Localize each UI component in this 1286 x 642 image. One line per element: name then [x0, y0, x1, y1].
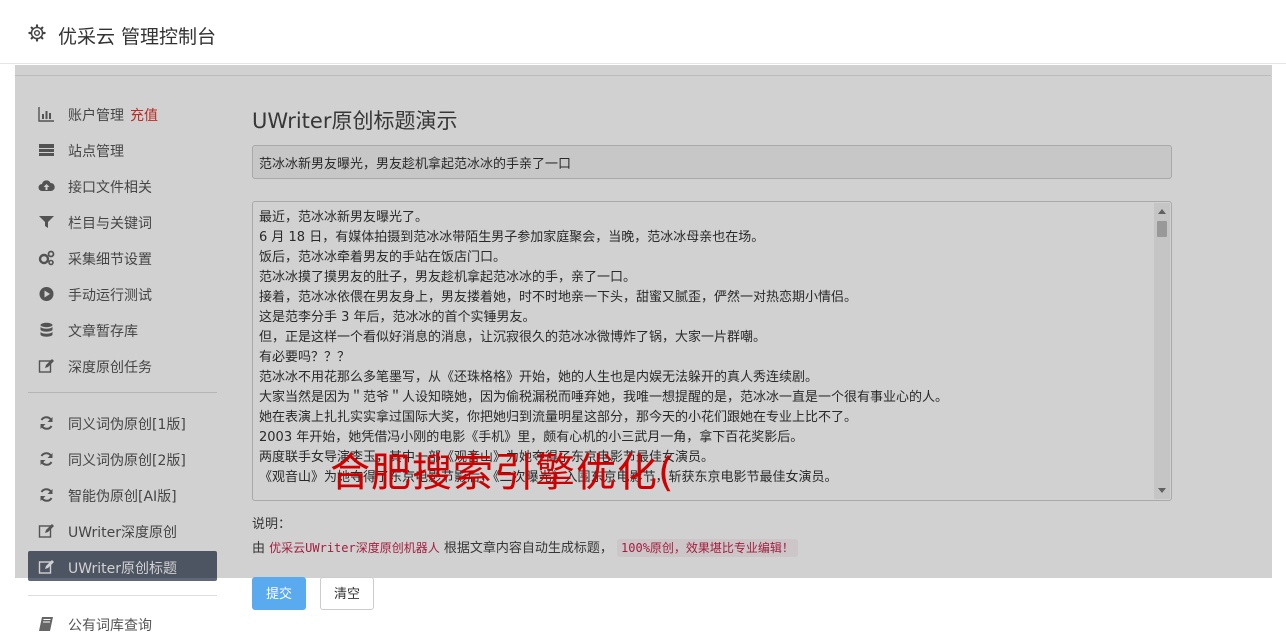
sidebar-item-sites[interactable]: 站点管理: [28, 134, 232, 166]
filter-icon: [39, 216, 54, 228]
sidebar-item-label: 同义词伪原创[1版]: [68, 417, 186, 433]
description-text: 由 优采云UWriter深度原创机器人 根据文章内容自动生成标题， 100%原创…: [252, 537, 798, 557]
sidebar-item-ai-rewrite[interactable]: 智能伪原创[AI版]: [28, 479, 232, 511]
sidebar-item-label: 采集细节设置: [68, 252, 152, 268]
page-title: UWriter原创标题演示: [252, 109, 458, 133]
article-line: 她在表演上扎扎实实拿过国际大奖，你把她归到流量明星这部分，那今天的小花们跟她在专…: [259, 410, 858, 425]
sidebar-item-label: 接口文件相关: [68, 180, 152, 196]
description-middle: 根据文章内容自动生成标题，: [443, 541, 613, 556]
sidebar-item-synonym-v1[interactable]: 同义词伪原创[1版]: [28, 407, 232, 439]
sidebar-item-interface-files[interactable]: 接口文件相关: [28, 170, 232, 202]
bar-chart-icon: [38, 107, 54, 122]
sidebar-divider: [28, 392, 217, 393]
description-label: 说明：: [252, 517, 292, 532]
gears-icon: [38, 250, 55, 266]
app-title: 优采云 管理控制台: [58, 26, 217, 48]
edit-icon: [38, 560, 54, 574]
sidebar-item-collect-settings[interactable]: 采集细节设置: [28, 242, 232, 274]
sidebar-item-uwriter-deep[interactable]: UWriter深度原创: [28, 515, 232, 547]
sidebar-item-manual-test[interactable]: 手动运行测试: [28, 278, 232, 310]
textarea-scrollbar[interactable]: [1154, 203, 1170, 499]
original-claim-code: 100%原创，效果堪比专业编辑！: [617, 539, 798, 557]
article-line: 大家当然是因为＂范爷＂人设知晓她，因为偷税漏税而唾弃她，我唯一想提醒的是，范冰冰…: [259, 390, 949, 405]
header-bar: 优采云 管理控制台: [0, 0, 1286, 64]
sidebar-item-label: 同义词伪原创[2版]: [68, 453, 186, 469]
cloud-upload-icon: [38, 180, 55, 191]
article-line: 有必要吗？？？: [259, 350, 351, 365]
robot-name-code: 优采云UWriter深度原创机器人: [269, 541, 440, 555]
article-line: 但，正是这样一个看似好消息的消息，让沉寂很久的范冰冰微博炸了锅，大家一片群嘲。: [259, 330, 767, 345]
sidebar-item-label: 智能伪原创[AI版]: [68, 489, 177, 505]
book-icon: [39, 617, 53, 631]
sidebar-item-label: UWriter深度原创: [68, 525, 177, 541]
article-line: 6 月 18 日，有媒体拍摄到范冰冰带陌生男子参加家庭聚会，当晚，范冰冰母亲也在…: [259, 230, 765, 245]
clear-button[interactable]: 清空: [320, 577, 374, 610]
article-line: 这是范李分手 3 年后，范冰冰的首个实锤男友。: [259, 310, 536, 325]
scroll-thumb[interactable]: [1157, 221, 1167, 237]
recharge-badge[interactable]: 充值: [130, 108, 158, 124]
description-prefix: 由: [252, 541, 266, 556]
edit-icon: [38, 359, 54, 373]
sidebar-item-article-store[interactable]: 文章暂存库: [28, 314, 232, 346]
sidebar-item-public-lexicon[interactable]: 公有词库查询: [28, 608, 232, 640]
sidebar-item-label: 深度原创任务: [68, 360, 152, 376]
sidebar-item-label: 账户管理: [68, 108, 124, 124]
main-content: 账户管理 充值 站点管理 接口文件相关 栏目与关键词 采集细节设置 手动运行测试 …: [15, 65, 1271, 642]
sidebar-item-label: 手动运行测试: [68, 288, 152, 304]
article-line: 接着，范冰冰依偎在男友身上，男友搂着她，时不时地亲一下头，甜蜜又腻歪，俨然一对热…: [259, 290, 858, 305]
sidebar-item-synonym-v2[interactable]: 同义词伪原创[2版]: [28, 443, 232, 475]
play-circle-icon: [39, 287, 54, 301]
sidebar-item-label: 公有词库查询: [68, 618, 152, 634]
submit-button[interactable]: 提交: [252, 577, 306, 610]
sidebar-item-label: UWriter原创标题: [68, 561, 177, 577]
sidebar-item-label: 栏目与关键词: [68, 216, 152, 232]
article-line: 范冰冰不用花那么多笔墨写，从《还珠格格》开始，她的人生也是内娱无法躲开的真人秀连…: [259, 370, 819, 385]
sidebar-item-account[interactable]: 账户管理 充值: [28, 98, 232, 130]
sidebar-item-deep-original-task[interactable]: 深度原创任务: [28, 350, 232, 382]
article-line: 最近，范冰冰新男友曝光了。: [259, 210, 429, 225]
gear-icon: [28, 24, 46, 42]
refresh-icon: [40, 416, 53, 430]
server-icon: [39, 144, 54, 156]
sidebar-item-label: 站点管理: [68, 144, 124, 160]
refresh-icon: [40, 488, 53, 502]
database-icon: [40, 322, 53, 337]
sidebar-item-columns-keywords[interactable]: 栏目与关键词: [28, 206, 232, 238]
article-line: 范冰冰摸了摸男友的肚子，男友趁机拿起范冰冰的手，亲了一口。: [259, 270, 637, 285]
refresh-icon: [40, 452, 53, 466]
scroll-up-arrow-icon[interactable]: [1158, 209, 1166, 214]
title-input[interactable]: [252, 145, 1172, 179]
scroll-down-arrow-icon[interactable]: [1158, 488, 1166, 493]
sidebar-divider: [28, 595, 217, 596]
edit-icon: [38, 524, 54, 538]
watermark-text: 合肥搜索引擎优化(: [330, 450, 675, 496]
article-line: 饭后，范冰冰牵着男友的手站在饭店门口。: [259, 250, 507, 265]
sidebar-item-uwriter-title[interactable]: UWriter原创标题: [28, 551, 217, 581]
sidebar-item-label: 文章暂存库: [68, 324, 138, 340]
